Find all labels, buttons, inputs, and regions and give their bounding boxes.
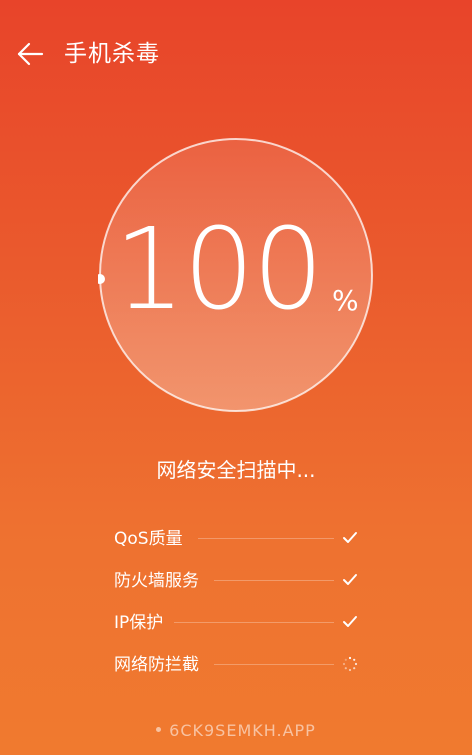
check-item-label: QoS质量 [114, 529, 183, 549]
score: 100 % [98, 205, 374, 335]
score-unit: % [332, 284, 359, 317]
check-icon [343, 532, 357, 543]
loading-spinner-icon [342, 656, 358, 672]
check-icon [343, 616, 357, 627]
check-item-ip-protection: IP保护 [114, 606, 364, 648]
page-title: 手机杀毒 [64, 41, 160, 67]
score-value: 100 [114, 205, 324, 335]
back-button[interactable] [10, 36, 50, 72]
divider [198, 538, 334, 539]
check-item-firewall: 防火墙服务 [114, 564, 364, 606]
divider [214, 580, 334, 581]
check-item-label: 网络防拦截 [114, 655, 199, 675]
scan-status-text: 网络安全扫描中... [156, 458, 316, 482]
check-item-label: IP保护 [114, 613, 164, 633]
check-item-qos: QoS质量 [114, 522, 364, 564]
divider [174, 622, 334, 623]
app-header: 手机杀毒 [0, 0, 472, 108]
watermark-text: 6CK9SEMKH.APP [169, 721, 316, 740]
check-item-anti-intercept: 网络防拦截 [114, 648, 364, 690]
check-icon [343, 574, 357, 585]
watermark: 6CK9SEMKH.APP [0, 720, 472, 742]
scan-progress-gauge: 100 % [98, 137, 374, 413]
scan-checklist: QoS质量 防火墙服务 IP保护 网络防拦截 [114, 522, 364, 690]
check-item-label: 防火墙服务 [114, 571, 199, 591]
bullet-dot [156, 727, 162, 732]
back-arrow-icon [17, 42, 44, 66]
divider [214, 664, 334, 665]
